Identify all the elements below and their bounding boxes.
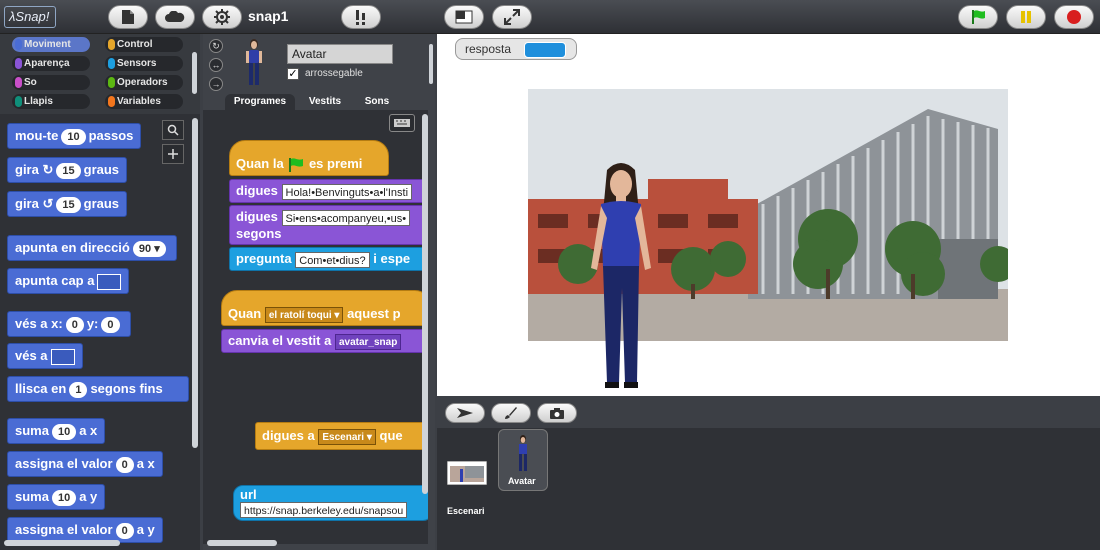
block-change-y[interactable]: suma 10 a y (7, 484, 106, 510)
category-scrollbar[interactable] (192, 52, 197, 94)
green-flag-icon (972, 10, 985, 24)
block-move-steps[interactable]: mou-te 10 passos (7, 123, 142, 149)
block-goto-xy[interactable]: vés a x: 0 y: 0 (7, 311, 131, 337)
category-motion[interactable]: Moviment (12, 37, 90, 52)
gear-icon (214, 9, 230, 25)
draggable-checkbox[interactable]: ✓ (287, 68, 299, 80)
block-point-towards[interactable]: apunta cap a (7, 268, 130, 294)
block-palette: Moviment Control Aparença Sensors So Ope… (0, 34, 200, 550)
green-flag-button[interactable] (958, 5, 998, 29)
category-sound[interactable]: So (12, 75, 90, 90)
block-goto[interactable]: vés a (7, 343, 83, 369)
sprite-corral-label: Avatar (508, 476, 536, 486)
stop-button[interactable] (1054, 5, 1094, 29)
presentation-mode-button[interactable] (492, 5, 532, 29)
rotate-clockwise-icon: ↻ (42, 162, 54, 177)
camera-sprite-button[interactable] (537, 403, 577, 423)
block-point-direction[interactable]: apunta en direcció 90 ▾ (7, 235, 177, 261)
target-dropdown[interactable] (97, 273, 122, 290)
project-name: snap1 (248, 8, 289, 24)
file-button[interactable] (108, 5, 148, 29)
paint-sprite-button[interactable] (491, 403, 531, 423)
stage-size-button[interactable] (444, 5, 484, 29)
switch-costume-block[interactable]: canvia el vestit a avatar_snap (221, 329, 428, 353)
palette-scrollbar[interactable] (192, 118, 198, 448)
when-flag-clicked-hat[interactable]: Quan la es premi (229, 140, 389, 176)
category-pen[interactable]: Llapis (12, 94, 90, 109)
unused-blocks-button[interactable] (341, 5, 381, 29)
sprite-bar: ↻ ↔ → Avatar ✓ arrossegable Programes Ve… (203, 34, 435, 110)
turtle-arrow-icon (457, 408, 473, 418)
answer-watcher[interactable]: resposta (455, 38, 577, 60)
ask-and-wait-block[interactable]: pregunta Com•et•dius? i espe (229, 247, 428, 271)
target-dropdown[interactable] (50, 348, 75, 365)
url-reporter[interactable]: url https://snap.berkeley.edu/snapsou (233, 485, 428, 521)
rotation-style-none[interactable]: → (209, 77, 223, 91)
settings-button[interactable] (202, 5, 242, 29)
say-to-target-dropdown[interactable]: Escenari ▾ (318, 428, 376, 445)
palette-hscrollbar[interactable] (4, 540, 120, 546)
avatar-sprite[interactable] (585, 158, 657, 398)
category-operators[interactable]: Operadors (105, 75, 183, 90)
stage-corral-label: Escenari (447, 506, 485, 516)
pause-button[interactable] (1006, 5, 1046, 29)
cloud-button[interactable] (155, 5, 195, 29)
rotate-counterclockwise-icon: ↺ (42, 196, 54, 211)
paintbrush-icon (505, 407, 517, 419)
block-turn-clockwise[interactable]: gira ↻ 15 graus (7, 157, 128, 183)
say-block[interactable]: digues Hola!•Benvinguts•a•l'Insti (229, 179, 428, 203)
sprite-corral: Escenari Avatar (437, 428, 1100, 550)
add-turtle-sprite-button[interactable] (445, 403, 485, 423)
block-turn-counterclockwise[interactable]: gira ↺ 15 graus (7, 191, 128, 217)
plus-icon (168, 149, 178, 159)
rotation-style-flip[interactable]: ↔ (209, 58, 223, 72)
scripts-scrollbar[interactable] (422, 114, 428, 494)
keyboard-entry-button[interactable] (389, 114, 415, 132)
top-bar: λSnap! snap1 (0, 0, 1100, 34)
category-selector: Moviment Control Aparença Sensors So Ope… (0, 34, 200, 114)
snap-logo[interactable]: λSnap! (4, 6, 56, 28)
category-looks[interactable]: Aparença (12, 56, 90, 71)
camera-icon (550, 408, 564, 419)
block-change-x[interactable]: suma 10 a x (7, 418, 106, 444)
stage[interactable]: resposta (437, 34, 1100, 396)
stop-icon (1067, 10, 1081, 24)
keyboard-icon (394, 119, 410, 127)
draggable-label: arrossegable (305, 68, 363, 79)
say-to-block[interactable]: digues a Escenari ▾ que (255, 422, 428, 450)
avatar-thumbnail (519, 435, 527, 471)
search-icon (167, 124, 179, 136)
category-sensing[interactable]: Sensors (105, 56, 183, 71)
scripting-area[interactable]: Quan la es premi digues Hola!•Benvinguts… (203, 110, 428, 544)
category-variables[interactable]: Variables (105, 94, 183, 109)
exclamation-icon (356, 10, 365, 25)
sprite-name-field[interactable]: Avatar (287, 44, 393, 64)
sprite-editor: ↻ ↔ → Avatar ✓ arrossegable Programes Ve… (203, 34, 435, 550)
scripts-hscrollbar[interactable] (207, 540, 277, 546)
tab-costumes[interactable]: Vestits (299, 94, 351, 110)
normal-stage-icon (455, 10, 473, 24)
tab-scripts[interactable]: Programes (225, 94, 295, 110)
rotation-style-rotate[interactable]: ↻ (209, 39, 223, 53)
sprite-bar-scrollbar[interactable] (429, 44, 433, 84)
say-for-secs-block[interactable]: digues Si•ens•acompanyeu,•us• segons (229, 205, 428, 245)
sprite-thumbnail (246, 39, 262, 85)
make-block-button[interactable] (162, 144, 184, 164)
category-control[interactable]: Control (105, 37, 183, 52)
cloud-icon (165, 11, 185, 22)
pause-icon (1021, 11, 1031, 23)
search-blocks-button[interactable] (162, 120, 184, 140)
when-mouse-hat[interactable]: Quan el ratolí toqui ▾ aquest p (221, 290, 428, 326)
mouse-event-dropdown[interactable]: el ratolí toqui ▾ (264, 306, 344, 323)
dropdown-arrow-icon: ▾ (154, 242, 160, 255)
block-set-x[interactable]: assigna el valor 0 a x (7, 451, 163, 477)
sprite-icon-avatar[interactable]: Avatar (498, 429, 548, 491)
green-flag-icon (289, 157, 304, 172)
corral-toolbar (437, 398, 1100, 428)
block-glide[interactable]: llisca en 1 segons fins (7, 376, 189, 402)
stage-thumbnail[interactable] (447, 461, 487, 485)
fullscreen-icon (504, 9, 520, 25)
tab-sounds[interactable]: Sons (353, 94, 401, 110)
file-icon (122, 10, 134, 24)
